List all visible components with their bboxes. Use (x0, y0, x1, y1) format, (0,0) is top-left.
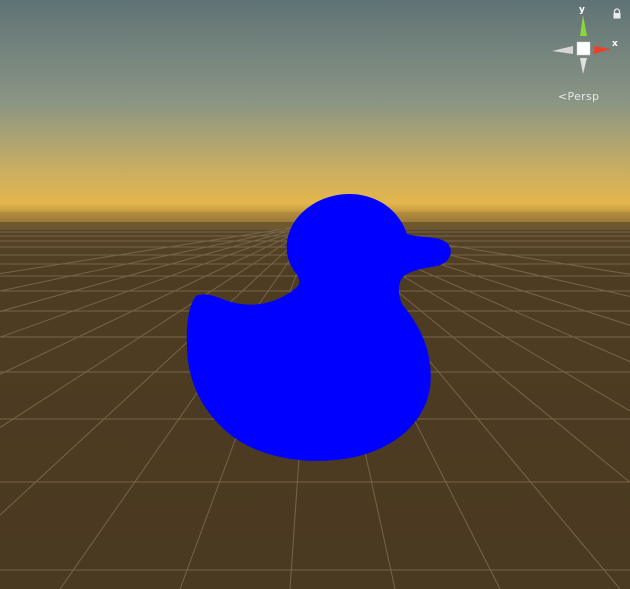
axis-y-cone (580, 15, 587, 36)
skybox (0, 0, 630, 226)
axis-neg-y-cone (580, 58, 587, 74)
perspective-icon: < (558, 90, 568, 103)
projection-toggle[interactable]: <Persp (558, 90, 599, 103)
axis-x-cone (594, 46, 611, 54)
scene-viewport[interactable]: y x <Persp (0, 0, 630, 589)
projection-label: Persp (567, 90, 600, 103)
scene-canvas[interactable] (0, 0, 630, 589)
lock-icon[interactable] (612, 8, 622, 20)
axis-y-label: y (579, 5, 585, 15)
axis-x-label: x (612, 39, 618, 49)
gizmo-center-cube (576, 41, 591, 56)
axis-neg-x-cone (552, 46, 573, 54)
